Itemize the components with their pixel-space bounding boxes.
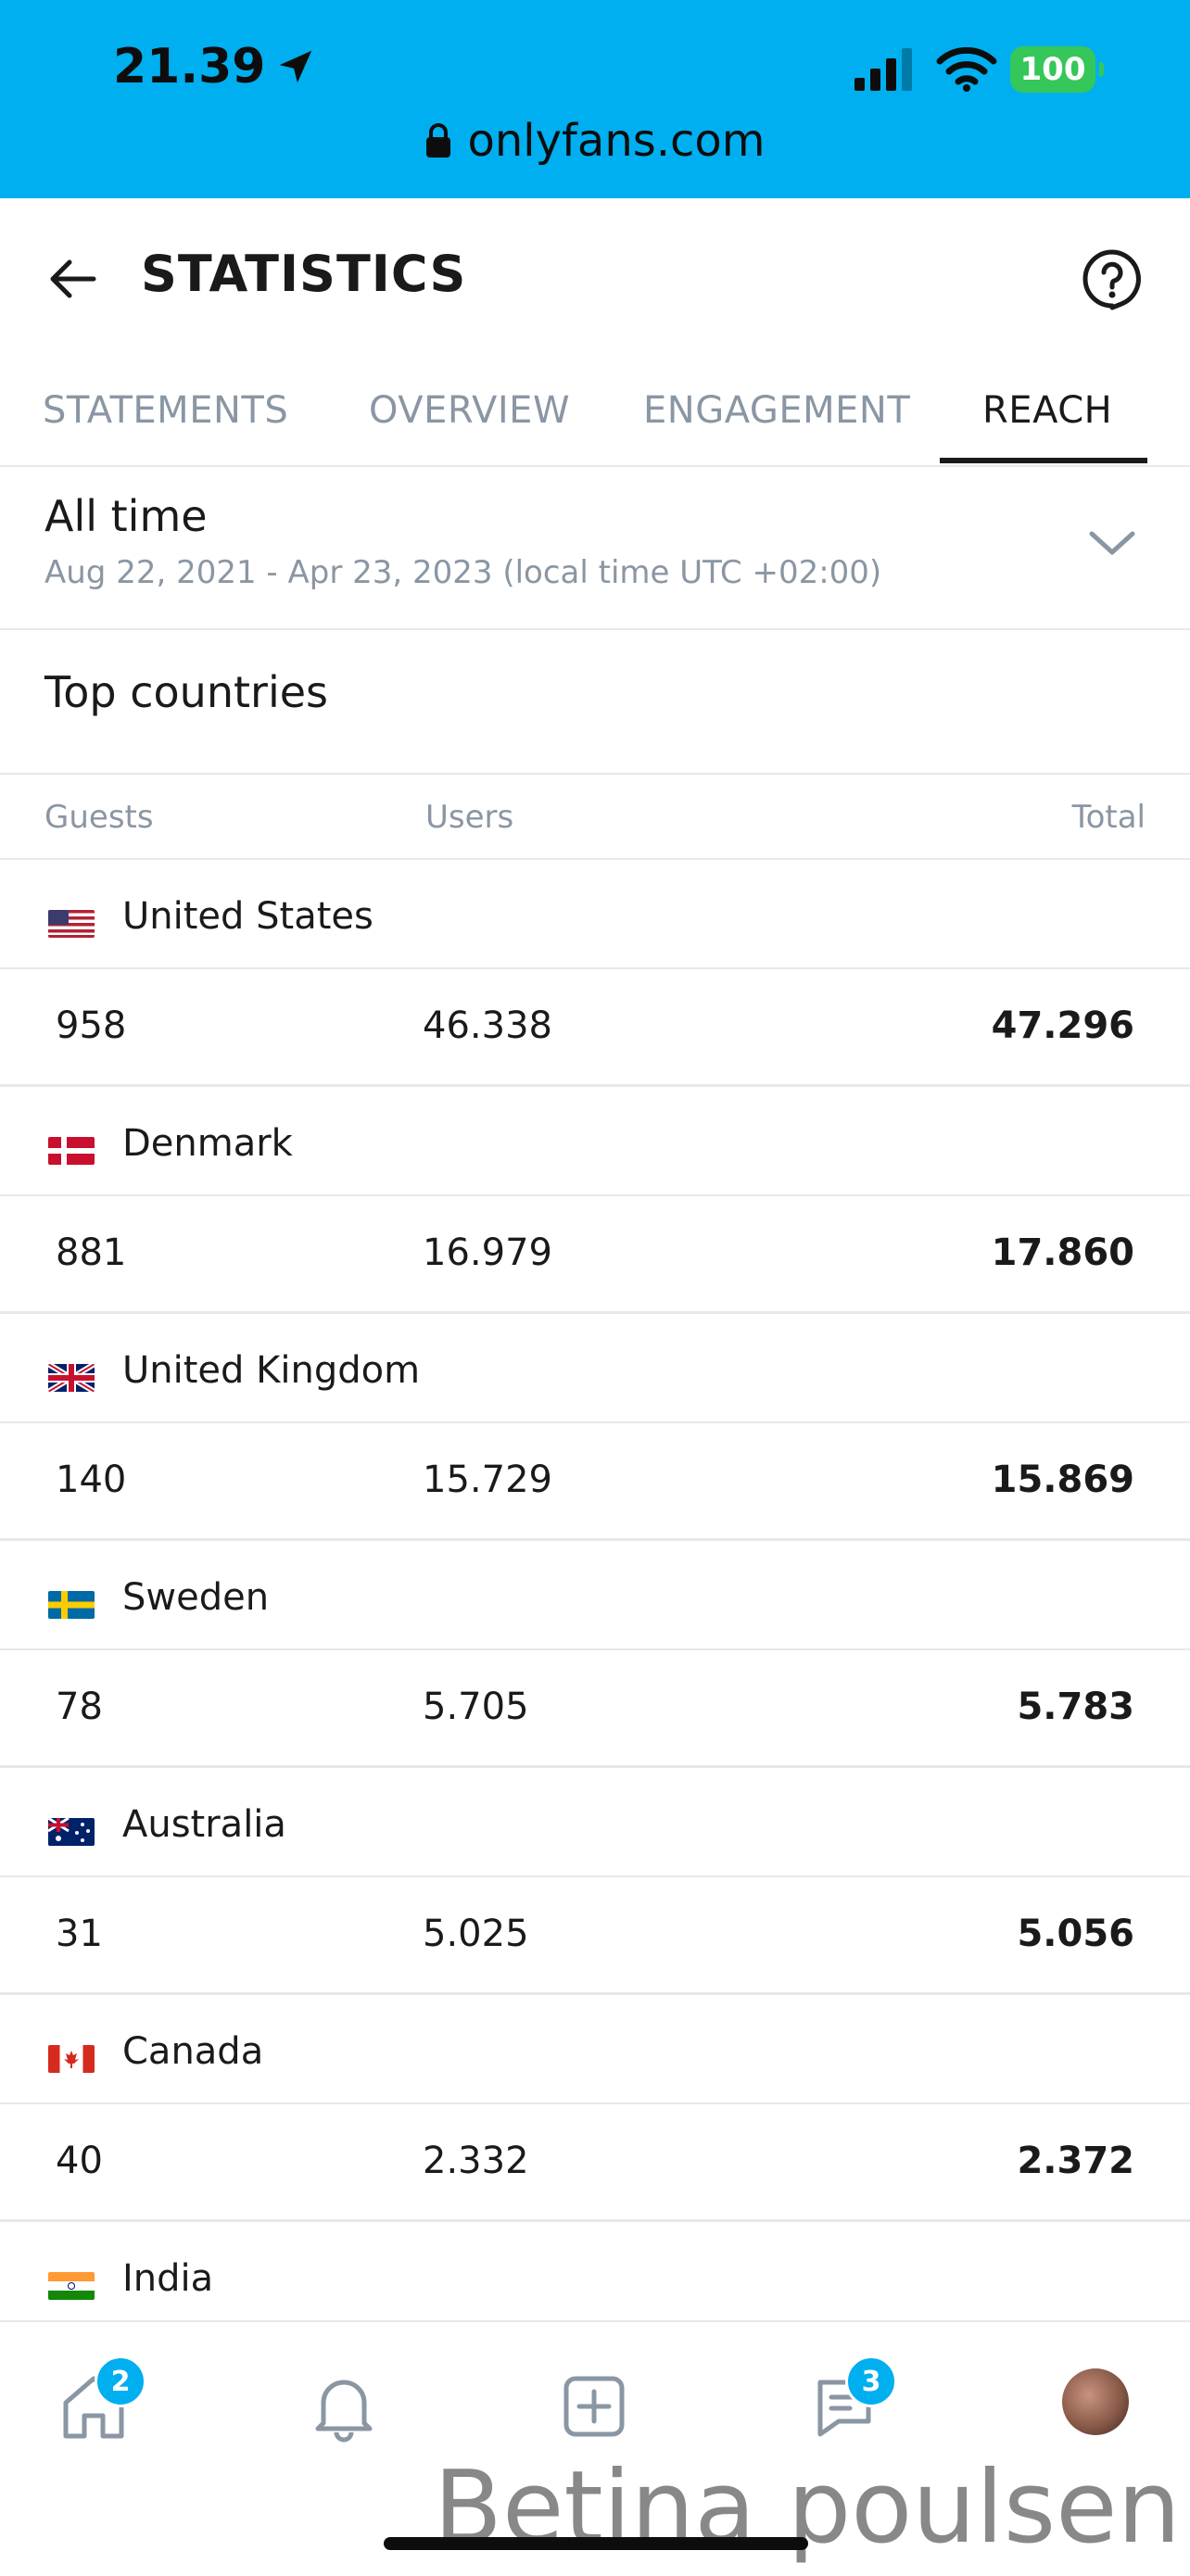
- country-header: Australia: [0, 1768, 1190, 1877]
- nav-messages[interactable]: 3: [803, 2355, 897, 2448]
- help-icon[interactable]: [1079, 246, 1146, 313]
- country-list: United States 958 46.338 47.296 Denmark …: [0, 860, 1190, 2449]
- back-button[interactable]: [39, 245, 108, 313]
- flag-united-states-icon: [48, 910, 95, 938]
- clock-time: 21.39: [113, 39, 266, 95]
- country-row: Australia 31 5.025 5.056: [0, 1768, 1190, 1995]
- flag-india-icon: [48, 2272, 95, 2300]
- tab-engagement[interactable]: ENGAGEMENT: [643, 356, 910, 465]
- messages-badge: 3: [845, 2355, 897, 2407]
- flag-denmark-icon: [48, 1137, 95, 1165]
- home-indicator: [384, 2537, 808, 2550]
- page-title: STATISTICS: [141, 245, 467, 303]
- total-value: 17.860: [991, 1231, 1134, 1274]
- status-bar: 21.39 100 onlyfans.com: [0, 0, 1190, 198]
- total-value: 5.783: [1017, 1686, 1134, 1728]
- range-label: All time: [44, 491, 208, 541]
- users-value: 5.025: [423, 1913, 529, 1955]
- guests-value: 958: [56, 1004, 127, 1047]
- nav-new-post[interactable]: [552, 2365, 636, 2448]
- wifi-icon: [936, 46, 997, 92]
- url-text: onlyfans.com: [467, 115, 766, 167]
- country-header: Canada: [0, 1995, 1190, 2104]
- nav-home[interactable]: 2: [52, 2355, 146, 2448]
- country-header: India: [0, 2222, 1190, 2331]
- top-countries-section: Top countries: [0, 630, 1190, 775]
- country-name: Sweden: [122, 1576, 270, 1619]
- statistics-tabs: STATEMENTS OVERVIEW ENGAGEMENT REACH: [0, 356, 1190, 467]
- total-value: 5.056: [1017, 1913, 1134, 1955]
- country-name: United States: [122, 895, 373, 938]
- range-dates: Aug 22, 2021 - Apr 23, 2023 (local time …: [44, 554, 882, 591]
- country-row: Canada 40 2.332 2.372: [0, 1995, 1190, 2222]
- guests-value: 140: [56, 1458, 127, 1501]
- lock-icon: [426, 123, 451, 158]
- total-value: 47.296: [991, 1004, 1134, 1047]
- page-header: STATISTICS: [0, 198, 1190, 356]
- battery-indicator: 100: [1010, 46, 1104, 93]
- section-title: Top countries: [44, 667, 328, 717]
- home-badge: 2: [95, 2355, 146, 2407]
- country-name: Denmark: [122, 1122, 293, 1165]
- country-row: United States 958 46.338 47.296: [0, 860, 1190, 1087]
- country-row: Sweden 78 5.705 5.783: [0, 1541, 1190, 1768]
- guests-value: 78: [56, 1686, 103, 1728]
- chevron-down-icon[interactable]: [1086, 524, 1138, 562]
- country-row: United Kingdom 140 15.729 15.869: [0, 1314, 1190, 1541]
- users-value: 5.705: [423, 1686, 529, 1728]
- users-value: 2.332: [423, 2140, 529, 2182]
- avatar[interactable]: [1062, 2368, 1129, 2435]
- column-header-total: Total: [1071, 799, 1146, 836]
- total-value: 2.372: [1017, 2140, 1134, 2182]
- users-value: 16.979: [423, 1231, 552, 1274]
- address-bar[interactable]: onlyfans.com: [0, 115, 1190, 167]
- flag-australia-icon: [48, 1818, 95, 1846]
- bell-icon: [315, 2380, 373, 2443]
- country-header: Denmark: [0, 1087, 1190, 1196]
- clock: 21.39: [113, 39, 317, 95]
- tab-overview[interactable]: OVERVIEW: [369, 356, 570, 465]
- country-name: India: [122, 2257, 214, 2300]
- nav-notifications[interactable]: [302, 2365, 386, 2448]
- table-header: Guests Users Total: [0, 775, 1190, 860]
- guests-value: 40: [56, 2140, 103, 2182]
- country-header: United States: [0, 860, 1190, 969]
- guests-value: 31: [56, 1913, 103, 1955]
- country-header: Sweden: [0, 1541, 1190, 1650]
- country-header: United Kingdom: [0, 1314, 1190, 1423]
- location-arrow-icon: [280, 50, 312, 83]
- country-name: Canada: [122, 2030, 264, 2073]
- users-value: 46.338: [423, 1004, 552, 1047]
- tab-statements[interactable]: STATEMENTS: [43, 356, 288, 465]
- add-post-icon: [563, 2376, 625, 2437]
- column-header-users: Users: [425, 799, 514, 836]
- country-name: United Kingdom: [122, 1349, 421, 1392]
- flag-canada-icon: [48, 2045, 95, 2073]
- total-value: 15.869: [991, 1458, 1134, 1501]
- country-name: Australia: [122, 1803, 286, 1846]
- country-row: Denmark 881 16.979 17.860: [0, 1087, 1190, 1314]
- flag-united-kingdom-icon: [48, 1364, 95, 1392]
- cellular-signal-icon: [855, 48, 912, 91]
- battery-level: 100: [1019, 51, 1086, 88]
- active-tab-indicator: [940, 458, 1147, 463]
- column-header-guests: Guests: [44, 799, 154, 836]
- date-range-selector[interactable]: All time Aug 22, 2021 - Apr 23, 2023 (lo…: [0, 467, 1190, 630]
- users-value: 15.729: [423, 1458, 552, 1501]
- back-arrow-icon: [50, 259, 96, 298]
- tab-reach[interactable]: REACH: [982, 356, 1112, 465]
- guests-value: 881: [56, 1231, 127, 1274]
- flag-sweden-icon: [48, 1591, 95, 1619]
